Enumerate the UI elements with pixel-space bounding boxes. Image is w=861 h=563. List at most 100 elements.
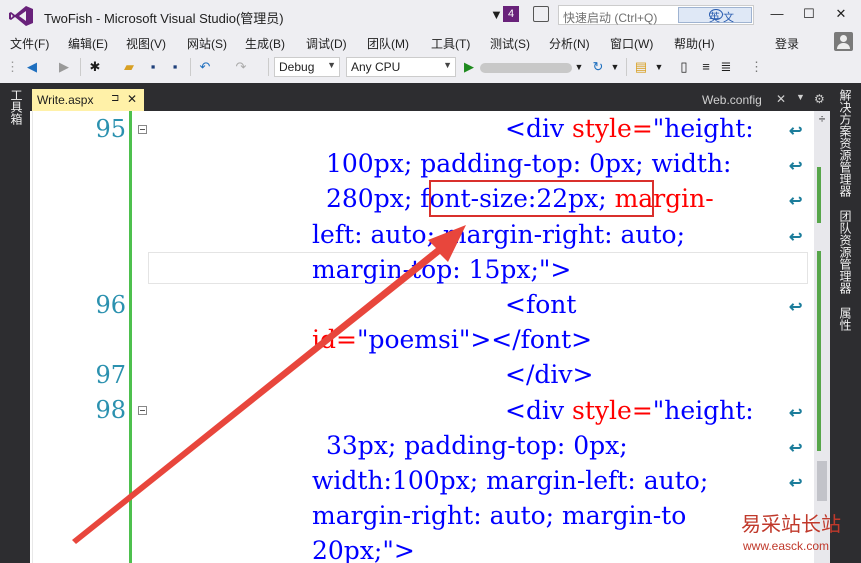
forward-icon[interactable]: ▶ bbox=[56, 58, 72, 76]
close-icon[interactable]: ✕ bbox=[127, 92, 137, 106]
browser-link-icon[interactable]: ▤ bbox=[632, 58, 650, 76]
comment-icon[interactable]: ≡ bbox=[698, 58, 714, 76]
new-project-icon[interactable]: ✱ bbox=[86, 58, 104, 76]
code-tag: ></font> bbox=[470, 325, 593, 354]
close-button[interactable]: ✕ bbox=[830, 4, 852, 24]
menu-analyze[interactable]: 分析(N) bbox=[549, 35, 590, 52]
filter-icon[interactable]: ▼ bbox=[490, 7, 503, 22]
notification-badge[interactable]: 4 bbox=[503, 6, 519, 22]
code-tag: "> bbox=[382, 536, 415, 563]
split-window-icon[interactable]: ÷ bbox=[816, 113, 828, 125]
undo-icon[interactable]: ↶ bbox=[196, 58, 214, 76]
watermark: 易采站长站 www.easck.com bbox=[741, 508, 859, 560]
code-line: width:100px; margin-left: auto; bbox=[312, 466, 709, 495]
vertical-scrollbar[interactable]: ÷ bbox=[814, 111, 830, 563]
menu-file[interactable]: 文件(F) bbox=[10, 35, 49, 52]
back-icon[interactable]: ◀ bbox=[22, 58, 42, 76]
solution-configuration-select[interactable]: Debug ▼ bbox=[274, 57, 340, 77]
minimize-button[interactable]: — bbox=[766, 4, 788, 24]
word-wrap-icon: ↩ bbox=[789, 193, 803, 210]
open-folder-icon[interactable]: ▰ bbox=[120, 58, 138, 76]
scrollbar-change-marker bbox=[817, 167, 821, 223]
toolbar-separator bbox=[268, 58, 269, 76]
redo-icon[interactable]: ↷ bbox=[232, 58, 250, 76]
feedback-icon[interactable] bbox=[533, 6, 549, 22]
menu-debug[interactable]: 调试(D) bbox=[306, 35, 347, 52]
signin-link[interactable]: 登录 bbox=[775, 35, 799, 52]
toolbar-grip-icon: ⋮ bbox=[6, 59, 19, 74]
code-line: margin-top: 15px;"> bbox=[312, 255, 571, 285]
toolbar-separator bbox=[626, 58, 627, 76]
code-value: 280px; bbox=[326, 184, 421, 213]
menu-test[interactable]: 测试(S) bbox=[490, 35, 530, 52]
code-line: <div style="height: bbox=[505, 396, 754, 426]
outline-collapse-icon[interactable] bbox=[138, 406, 147, 415]
refresh-icon[interactable]: ↻ bbox=[590, 58, 606, 76]
uncomment-icon[interactable]: ≣ bbox=[718, 58, 734, 76]
settings-icon[interactable]: ⚙ bbox=[814, 92, 825, 106]
document-tab-strip: Write.aspx ⊐ ✕ Web.config ✕ ▼ ⚙ bbox=[30, 83, 830, 111]
maximize-button[interactable]: ☐ bbox=[798, 4, 820, 24]
menu-help[interactable]: 帮助(H) bbox=[674, 35, 715, 52]
watermark-url: www.easck.com bbox=[743, 539, 830, 553]
code-line: 100px; padding-top: 0px; width: bbox=[326, 149, 732, 178]
code-attr: id= bbox=[312, 325, 357, 354]
menu-website[interactable]: 网站(S) bbox=[187, 35, 227, 52]
solution-platform-select[interactable]: Any CPU ▼ bbox=[346, 57, 456, 77]
start-debugging-icon[interactable]: ▶ bbox=[462, 58, 476, 76]
save-all-icon[interactable]: ▪ bbox=[166, 58, 184, 76]
code-value: margin-top: 15px; bbox=[312, 255, 539, 284]
code-value: "poemsi" bbox=[356, 325, 471, 354]
toolbar-separator bbox=[80, 58, 81, 76]
menu-view[interactable]: 视图(V) bbox=[126, 35, 166, 52]
close-icon[interactable]: ✕ bbox=[776, 92, 786, 106]
debug-target-label[interactable] bbox=[480, 63, 572, 73]
tab-write-aspx[interactable]: Write.aspx ⊐ ✕ bbox=[32, 89, 144, 111]
scrollbar-change-marker bbox=[817, 251, 821, 451]
platform-value: Any CPU bbox=[351, 60, 401, 74]
save-icon[interactable]: ▪ bbox=[144, 58, 162, 76]
code-line: 20px;"> bbox=[312, 536, 415, 563]
scrollbar-thumb[interactable] bbox=[817, 461, 827, 501]
gutter-divider bbox=[32, 111, 33, 563]
toolbar-separator bbox=[190, 58, 191, 76]
code-line: 33px; padding-top: 0px; bbox=[326, 431, 628, 460]
chevron-down-icon[interactable]: ▼ bbox=[796, 92, 805, 102]
line-number: 95 bbox=[95, 115, 126, 143]
menu-team[interactable]: 团队(M) bbox=[367, 35, 409, 52]
outline-collapse-icon[interactable] bbox=[138, 125, 147, 134]
line-number: 96 bbox=[95, 291, 126, 319]
menu-window[interactable]: 窗口(W) bbox=[610, 35, 653, 52]
toolbar-overflow-icon[interactable]: ⋮ bbox=[750, 58, 763, 76]
ime-indicator[interactable]: 英 文 bbox=[678, 7, 752, 24]
word-wrap-icon: ↩ bbox=[789, 123, 803, 140]
menu-edit[interactable]: 编辑(E) bbox=[68, 35, 108, 52]
annotation-highlight-box bbox=[429, 180, 654, 217]
pin-icon[interactable]: ⊐ bbox=[111, 93, 119, 104]
account-icon[interactable] bbox=[834, 32, 853, 51]
standard-toolbar: ⋮ ◀ ▶ ✱ ▰ ▪ ▪ ↶ ↷ Debug ▼ Any CPU ▼ ▶ ▼ … bbox=[0, 54, 861, 80]
tab-web-config[interactable]: Web.config bbox=[702, 93, 762, 107]
visual-studio-logo-icon bbox=[9, 6, 33, 26]
chevron-down-icon[interactable]: ▼ bbox=[610, 58, 620, 76]
code-tag: "> bbox=[538, 255, 572, 284]
chevron-down-icon[interactable]: ▼ bbox=[574, 58, 584, 76]
team-explorer-tab[interactable]: 团队资源管理器 bbox=[837, 210, 854, 294]
code-line: <div style="height: bbox=[505, 114, 754, 144]
word-wrap-icon: ↩ bbox=[789, 229, 803, 246]
code-value: 20px; bbox=[312, 536, 383, 563]
menu-bar: 文件(F) 编辑(E) 视图(V) 网站(S) 生成(B) 调试(D) 团队(M… bbox=[0, 31, 861, 53]
toolbox-tab[interactable]: 工具箱 bbox=[8, 89, 25, 125]
menu-tools[interactable]: 工具(T) bbox=[431, 35, 470, 52]
solution-explorer-tab[interactable]: 解决方案资源管理器 bbox=[837, 89, 854, 197]
word-wrap-icon: ↩ bbox=[789, 405, 803, 422]
properties-tab[interactable]: 属性 bbox=[837, 307, 854, 331]
quick-launch-input[interactable]: 快速启动 (Ctrl+Q) 英 文 bbox=[558, 5, 754, 25]
code-editor[interactable]: 95 96 97 98 <div style="height: 100px; p… bbox=[30, 111, 814, 563]
chevron-down-icon: ▼ bbox=[327, 60, 336, 70]
code-line: left: auto; margin-right: auto; bbox=[312, 220, 686, 249]
chevron-down-icon[interactable]: ▼ bbox=[654, 58, 664, 76]
word-wrap-icon: ↩ bbox=[789, 475, 803, 492]
page-icon[interactable]: ▯ bbox=[676, 58, 692, 76]
menu-build[interactable]: 生成(B) bbox=[245, 35, 285, 52]
